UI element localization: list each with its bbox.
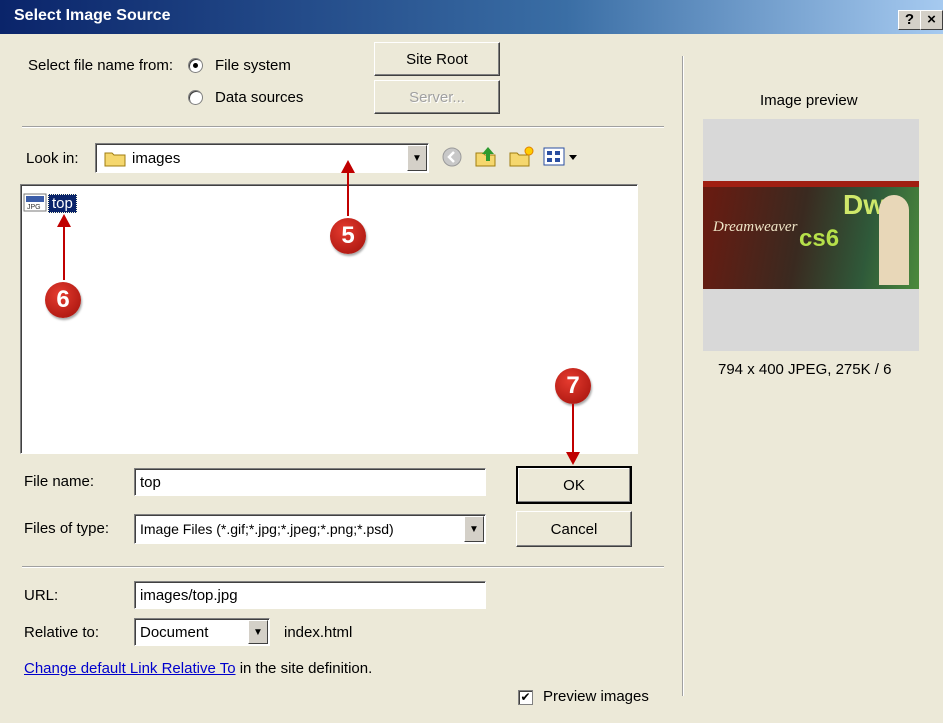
callout-6-line	[63, 222, 65, 280]
relative-to-label: Relative to:	[24, 624, 100, 641]
chevron-down-icon[interactable]: ▼	[407, 145, 427, 171]
callout-5-arrowhead	[341, 160, 355, 173]
look-in-value: images	[132, 149, 181, 167]
close-button[interactable]: ×	[920, 10, 943, 30]
site-root-button[interactable]: Site Root	[374, 42, 500, 76]
help-button[interactable]: ?	[898, 10, 921, 30]
cancel-button[interactable]: Cancel	[516, 511, 632, 547]
svg-text:JPG: JPG	[27, 204, 41, 211]
back-icon[interactable]	[441, 146, 463, 168]
divider	[22, 566, 664, 568]
window-title: Select Image Source	[14, 7, 171, 24]
preview-thumbnail: Dreamweaver cs6 Dw	[703, 181, 919, 289]
image-preview-box: Dreamweaver cs6 Dw	[703, 119, 919, 351]
preview-images-label: Preview images	[543, 688, 649, 705]
link-suffix: in the site definition.	[239, 660, 373, 677]
file-list[interactable]: JPG top	[20, 184, 638, 454]
url-label: URL:	[24, 587, 59, 604]
look-in-select[interactable]: images ▼	[95, 143, 429, 173]
url-value: images/top.jpg	[140, 586, 238, 604]
relative-to-value: Document	[140, 623, 209, 641]
callout-5-line	[347, 168, 349, 216]
callout-7-arrowhead	[566, 452, 580, 465]
look-in-label: Look in:	[26, 150, 79, 167]
file-name-value: top	[140, 473, 161, 491]
radio-data-sources[interactable]	[188, 90, 203, 105]
divider	[682, 56, 684, 696]
preview-images-checkbox[interactable]: ✔	[518, 690, 533, 705]
image-preview-info: 794 x 400 JPEG, 275K / 6	[718, 361, 892, 378]
thumb-person	[879, 195, 909, 285]
file-name-top: top	[48, 193, 77, 213]
list-item[interactable]: JPG top	[23, 193, 77, 213]
image-preview-heading: Image preview	[760, 92, 858, 109]
radio-file-system[interactable]	[188, 58, 203, 73]
divider	[22, 126, 664, 128]
link-line: Change default Link Relative To in the s…	[24, 660, 372, 677]
files-of-type-label: Files of type:	[24, 520, 110, 537]
folder-icon	[104, 152, 126, 167]
files-of-type-select[interactable]: Image Files (*.gif;*.jpg;*.jpeg;*.png;*.…	[134, 514, 486, 544]
file-name-label: File name:	[24, 473, 95, 490]
relative-to-select[interactable]: Document ▼	[134, 618, 270, 646]
callout-6: 6	[45, 282, 81, 318]
relative-page: index.html	[284, 624, 353, 641]
callout-6-arrowhead	[57, 214, 71, 227]
title-bar: Select Image Source ? ×	[0, 0, 943, 34]
radio-file-system-label: File system	[215, 57, 291, 74]
thumb-badge: cs6	[799, 225, 840, 252]
callout-7-line	[572, 404, 574, 454]
url-input[interactable]: images/top.jpg	[134, 581, 486, 609]
thumb-header-bar	[703, 181, 919, 187]
radio-data-sources-label: Data sources	[215, 89, 304, 106]
view-menu-icon[interactable]	[543, 146, 581, 168]
callout-7: 7	[555, 368, 591, 404]
ok-button[interactable]: OK	[516, 466, 632, 504]
server-button[interactable]: Server...	[374, 80, 500, 114]
source-label: Select file name from:	[28, 57, 174, 74]
file-name-input[interactable]: top	[134, 468, 486, 496]
chevron-down-icon[interactable]: ▼	[464, 516, 484, 542]
thumb-title: Dreamweaver	[713, 219, 798, 235]
files-of-type-value: Image Files (*.gif;*.jpg;*.jpeg;*.png;*.…	[140, 521, 394, 537]
change-default-link[interactable]: Change default Link Relative To	[24, 660, 236, 677]
up-folder-icon[interactable]	[473, 143, 499, 169]
callout-5: 5	[330, 218, 366, 254]
chevron-down-icon[interactable]: ▼	[248, 620, 268, 644]
new-folder-icon[interactable]	[508, 145, 534, 169]
jpg-file-icon: JPG	[23, 193, 47, 212]
